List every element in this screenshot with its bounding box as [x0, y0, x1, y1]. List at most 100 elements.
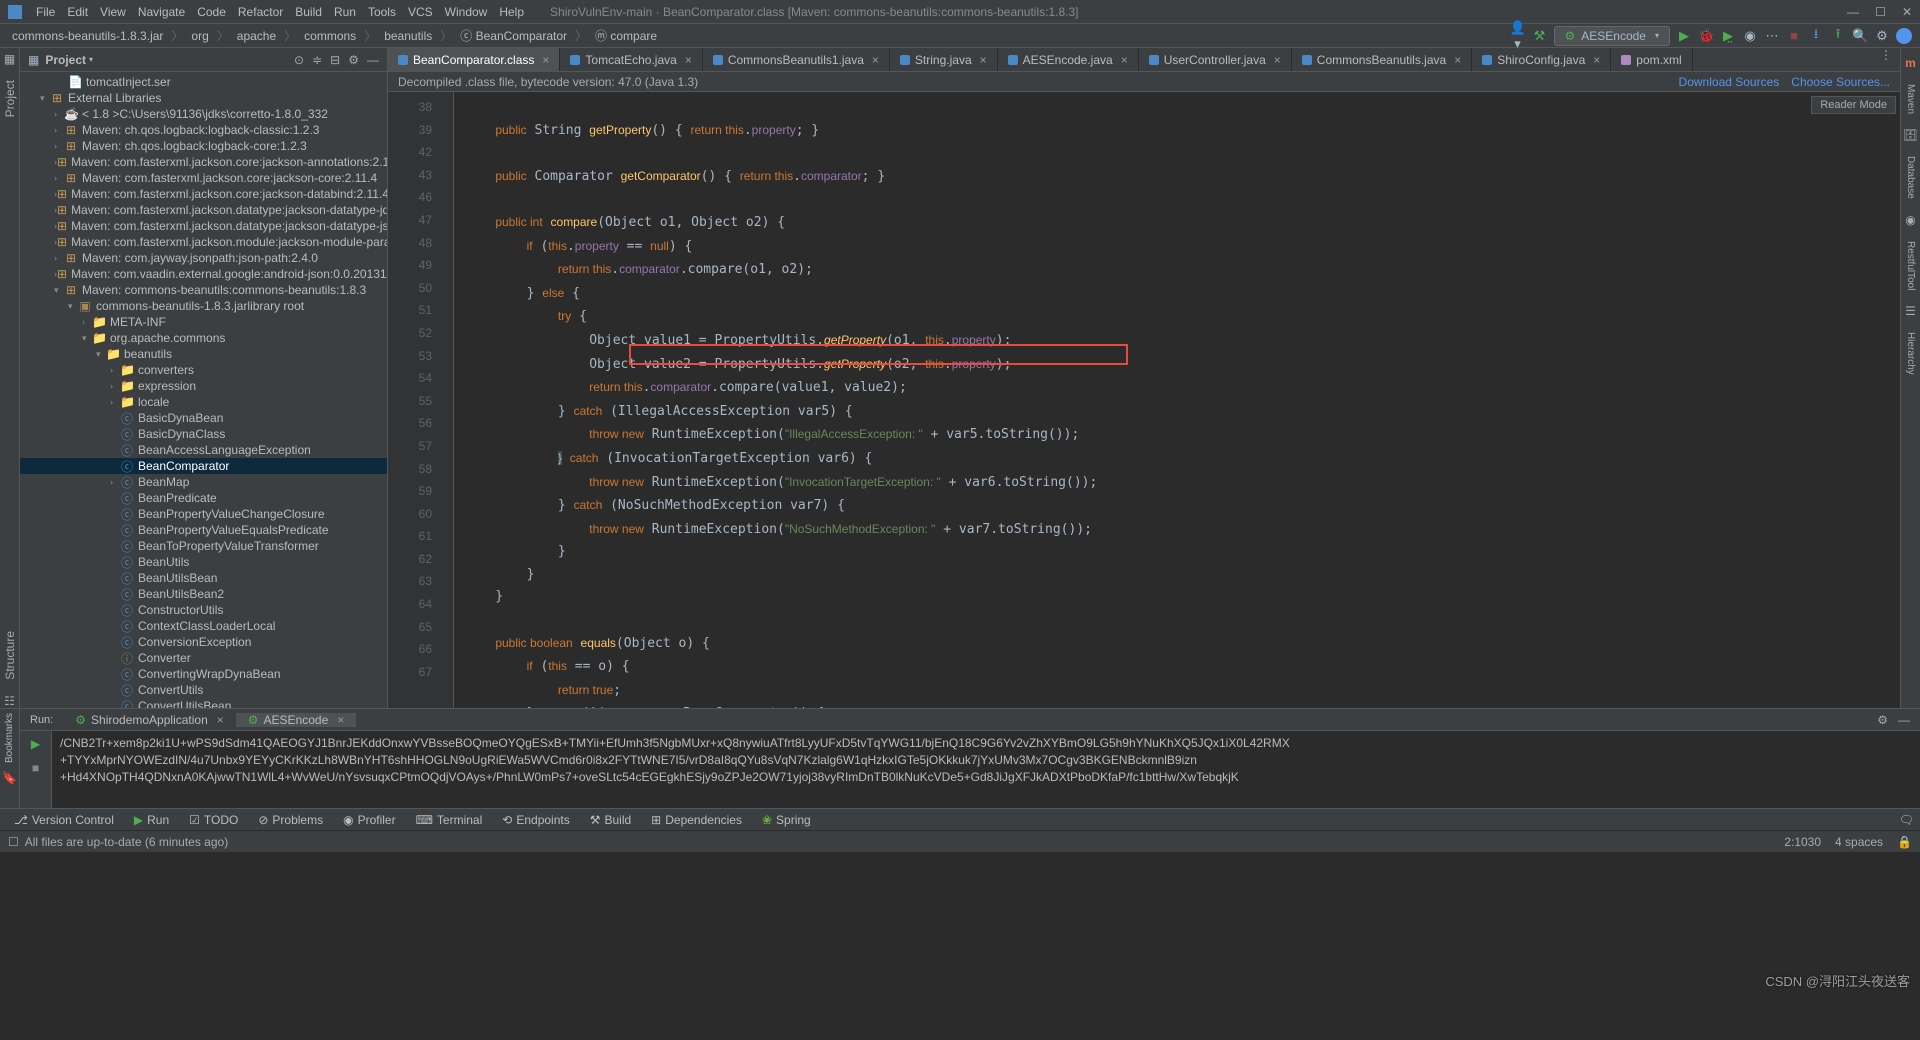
crumb-class[interactable]: ⓒ BeanComparator [456, 27, 571, 44]
tree-item[interactable]: ▾▣commons-beanutils-1.8.3.jar library ro… [20, 298, 387, 314]
tree-item[interactable]: ▾⊞Maven: commons-beanutils:commons-beanu… [20, 282, 387, 298]
run-hide-icon[interactable]: — [1898, 713, 1910, 727]
tree-item[interactable]: ›📁expression [20, 378, 387, 394]
console-output[interactable]: /CNB2Tr+xem8p2ki1U+wPS9dSdm41QAEOGYJ1Bnr… [52, 731, 1920, 808]
debug-icon[interactable]: 🐞 [1698, 28, 1714, 44]
tab-shiroconfig[interactable]: ShiroConfig.java× [1472, 48, 1611, 71]
tree-item[interactable]: ›⊞Maven: com.vaadin.external.google:andr… [20, 266, 387, 282]
menu-vcs[interactable]: VCS [402, 5, 439, 19]
tree-item[interactable]: ⓒBasicDynaClass [20, 426, 387, 442]
reader-mode-badge[interactable]: Reader Mode [1811, 96, 1896, 114]
tree-item[interactable]: ⓒBeanUtilsBean2 [20, 586, 387, 602]
tab-cb1[interactable]: CommonsBeanutils1.java× [703, 48, 890, 71]
tree-item[interactable]: ›☕< 1.8 > C:\Users\91136\jdks\corretto-1… [20, 106, 387, 122]
attach-icon[interactable]: ⋯ [1764, 28, 1780, 44]
tree-item[interactable]: ⓒConvertUtils [20, 682, 387, 698]
structure-tab[interactable]: Structure [3, 627, 17, 684]
collapse-icon[interactable]: ⊟ [330, 53, 340, 67]
crumb-jar[interactable]: commons-beanutils-1.8.3.jar [8, 29, 167, 43]
problems-tab[interactable]: ⊘Problems [250, 813, 331, 827]
tree-item[interactable]: ›⊞Maven: com.fasterxml.jackson.core:jack… [20, 154, 387, 170]
choose-sources-link[interactable]: Choose Sources... [1791, 75, 1890, 89]
project-tree[interactable]: 📄tomcatInject.ser ▾⊞External Libraries ›… [20, 72, 387, 708]
menu-help[interactable]: Help [493, 5, 530, 19]
menu-run[interactable]: Run [328, 5, 362, 19]
menu-edit[interactable]: Edit [61, 5, 94, 19]
tab-beancomparator[interactable]: BeanComparator.class× [388, 48, 560, 71]
tree-item[interactable]: ⓒContextClassLoaderLocal [20, 618, 387, 634]
tree-item[interactable]: ⓒBasicDynaBean [20, 410, 387, 426]
close-tab-icon[interactable]: × [542, 53, 549, 67]
menu-tools[interactable]: Tools [362, 5, 402, 19]
menu-view[interactable]: View [94, 5, 132, 19]
run-stop-icon[interactable]: ■ [32, 761, 39, 775]
run-icon[interactable]: ▶ [1676, 28, 1692, 44]
tree-item[interactable]: ▾⊞External Libraries [20, 90, 387, 106]
tree-item[interactable]: ›⊞Maven: ch.qos.logback:logback-classic:… [20, 122, 387, 138]
tab-usercontroller[interactable]: UserController.java× [1139, 48, 1292, 71]
menu-file[interactable]: File [30, 5, 61, 19]
tree-item[interactable]: ⓒConstructorUtils [20, 602, 387, 618]
tree-item[interactable]: ⓒConvertingWrapDynaBean [20, 666, 387, 682]
project-tool-button[interactable]: ▦ [4, 52, 15, 66]
tree-item-selected[interactable]: ⓒBeanComparator [20, 458, 387, 474]
crumb-beanutils[interactable]: beanutils [380, 29, 436, 43]
tree-item[interactable]: ▾📁beanutils [20, 346, 387, 362]
run-tab-button[interactable]: ▶Run [126, 813, 177, 827]
menu-navigate[interactable]: Navigate [132, 5, 191, 19]
tree-item[interactable]: ⓘConverter [20, 650, 387, 666]
tree-item[interactable]: ▾📁org.apache.commons [20, 330, 387, 346]
search-icon[interactable]: 🔍 [1852, 28, 1868, 44]
tree-item[interactable]: ⓒBeanToPropertyValueTransformer [20, 538, 387, 554]
tree-item[interactable]: ⓒBeanUtils [20, 554, 387, 570]
maven-icon[interactable]: m [1905, 56, 1916, 70]
hide-panel-icon[interactable]: — [367, 53, 379, 67]
run-settings-icon[interactable]: ⚙ [1877, 713, 1888, 727]
run-config-selector[interactable]: ⚙AESEncode▾ [1554, 26, 1671, 46]
run-tab-shirodemo[interactable]: ⚙ShirodemoApplication× [63, 713, 236, 727]
crumb-org[interactable]: org [187, 29, 212, 43]
tree-item[interactable]: ›⊞Maven: ch.qos.logback:logback-core:1.2… [20, 138, 387, 154]
indent-info[interactable]: 4 spaces [1835, 835, 1883, 849]
endpoints-tab[interactable]: ⟲Endpoints [494, 813, 577, 827]
run-tab-aesencode[interactable]: ⚙AESEncode× [236, 713, 357, 727]
tab-string[interactable]: String.java× [890, 48, 998, 71]
panel-settings-icon[interactable]: ⚙ [348, 53, 359, 67]
tree-item[interactable]: ›⊞Maven: com.fasterxml.jackson.datatype:… [20, 218, 387, 234]
tab-cb[interactable]: CommonsBeanutils.java× [1292, 48, 1472, 71]
tab-tomcatecho[interactable]: TomcatEcho.java× [560, 48, 702, 71]
avatar-icon[interactable] [1896, 28, 1912, 44]
tree-item[interactable]: ›⊞Maven: com.jayway.jsonpath:json-path:2… [20, 250, 387, 266]
download-sources-link[interactable]: Download Sources [1679, 75, 1780, 89]
tree-item[interactable]: ›⊞Maven: com.fasterxml.jackson.core:jack… [20, 186, 387, 202]
hierarchy-tab[interactable]: Hierarchy [1905, 328, 1916, 379]
tree-item[interactable]: ›⊞Maven: com.fasterxml.jackson.core:jack… [20, 170, 387, 186]
bookmarks-icon[interactable]: 🔖 [2, 771, 17, 785]
coverage-icon[interactable]: ▶̤ [1720, 28, 1736, 44]
locate-icon[interactable]: ⊙ [294, 53, 304, 67]
crumb-commons[interactable]: commons [300, 29, 360, 43]
database-icon[interactable]: 🗄 [1903, 128, 1918, 142]
version-control-tab[interactable]: ⎇Version Control [6, 813, 122, 827]
tree-item[interactable]: ⓒConvertUtilsBean [20, 698, 387, 708]
terminal-tab[interactable]: ⌨Terminal [408, 813, 491, 827]
menu-build[interactable]: Build [289, 5, 328, 19]
tree-item[interactable]: 📄tomcatInject.ser [20, 74, 387, 90]
structure-icon[interactable]: ☷ [4, 694, 15, 708]
project-view-selector[interactable]: ▾ [89, 55, 93, 64]
menu-window[interactable]: Window [439, 5, 494, 19]
tree-item[interactable]: ⓒConversionException [20, 634, 387, 650]
dependencies-tab[interactable]: ⊞Dependencies [643, 813, 750, 827]
tree-item[interactable]: ›📁META-INF [20, 314, 387, 330]
maximize-icon[interactable]: ☐ [1875, 5, 1886, 19]
profile-icon[interactable]: ◉ [1742, 28, 1758, 44]
tree-item[interactable]: ⓒBeanPropertyValueChangeClosure [20, 506, 387, 522]
tree-item[interactable]: ›📁converters [20, 362, 387, 378]
user-icon[interactable]: 👤▾ [1510, 20, 1526, 52]
close-icon[interactable]: ✕ [1902, 5, 1912, 19]
minimize-icon[interactable]: — [1847, 5, 1859, 19]
tree-item[interactable]: ⓒBeanPropertyValueEqualsPredicate [20, 522, 387, 538]
tree-item[interactable]: ⓒBeanAccessLanguageException [20, 442, 387, 458]
spring-tab[interactable]: ❀Spring [754, 813, 819, 827]
menu-code[interactable]: Code [191, 5, 232, 19]
